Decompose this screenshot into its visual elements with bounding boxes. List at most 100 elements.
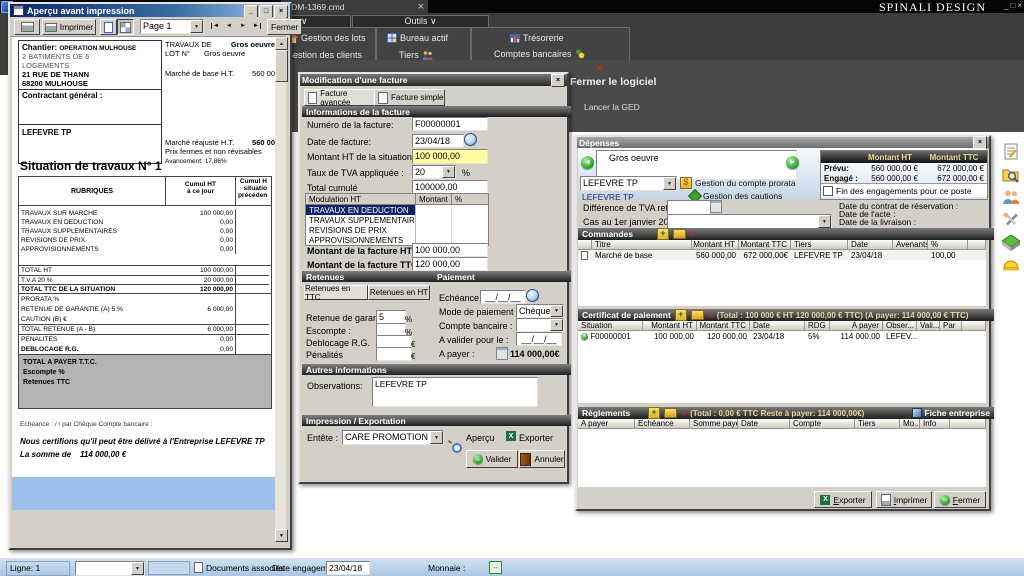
ribbon-item-tiers[interactable]: Tiers [399,50,470,60]
dropdown-arrow-icon[interactable]: ▼ [550,319,563,331]
document-tab[interactable]: CDM-1369.cmd × [281,0,428,13]
dropdown-arrow-icon[interactable]: ▼ [190,20,203,33]
mode-select[interactable]: Chèque▼ [516,304,564,318]
mod-row[interactable]: REVISIONS DE PRIX [306,225,416,235]
scroll-up-icon[interactable]: ▲ [275,37,288,50]
helmet-icon[interactable] [1002,258,1020,271]
mod-row[interactable]: APPROVISIONNEMENTS [306,235,416,245]
next-poste-icon[interactable]: ► [786,156,799,169]
penalites-input[interactable] [376,347,412,361]
cas-2014-select[interactable]: ▼ [667,214,832,229]
delete-commande-icon[interactable]: × [690,229,695,239]
add-reglement-icon[interactable]: + [648,407,660,419]
print-button[interactable] [14,19,40,35]
folder-search-icon[interactable] [1002,167,1020,183]
fact-ht-input[interactable]: 100 000,00 [412,243,488,257]
exporter-link[interactable]: Exporter [519,433,553,443]
monnaie-icon[interactable]: ↔ [489,561,502,574]
excel-icon[interactable]: X [506,431,516,441]
add-certificat-icon[interactable]: + [675,309,687,321]
mod-row-selected[interactable]: TRAVAUX EN DEDUCTION [306,205,416,215]
nav-last-button[interactable]: ► [251,19,263,32]
page-select[interactable]: Page 1 ▼ [140,19,204,34]
calendar-clock-icon[interactable] [464,133,477,146]
status-select[interactable]: ▼ [75,561,145,576]
observations-textarea[interactable]: LEFEVRE TP [372,377,538,407]
tva-retenue-input[interactable] [667,200,711,215]
exporter-button[interactable]: XExporter [814,491,872,508]
close-app-icon[interactable]: × [596,61,603,75]
imprimer-button[interactable]: Imprimer [876,491,932,508]
commandes-row[interactable]: Marché de base 560 000,00 672 000,00€ LE… [578,250,986,260]
prev-poste-icon[interactable]: ◄ [581,156,594,169]
close-icon[interactable]: × [1017,1,1022,10]
nav-next-button[interactable]: ► [237,19,249,32]
montant-ht-input[interactable]: 100 000,00 [412,149,488,164]
garantie-input[interactable]: 5 [376,310,406,324]
certificat-row[interactable]: + F00000001 100 000,00 120 000,00 23/04/… [578,331,986,341]
dropdown-arrow-icon[interactable]: ▼ [663,177,676,190]
cumul-input[interactable]: 100000,00 [412,180,488,194]
lancer-ged-label[interactable]: Lancer la GED [584,102,640,112]
preview-fermer-button[interactable]: Fermer [267,19,302,35]
dropdown-arrow-icon[interactable]: ▼ [550,305,563,317]
tva-select[interactable]: 20▼ [412,165,456,179]
dropdown-arrow-icon[interactable]: ▼ [818,215,831,228]
imprimer-button[interactable]: Imprimer [42,19,96,35]
ribbon-item-comptes-bancaires[interactable]: Comptes bancaires [494,49,629,59]
echeance-input[interactable]: __/__/__ [480,290,526,304]
ribbon-item-bureau-actif[interactable]: Bureau actif [387,33,470,43]
calendar-clock-icon[interactable] [526,289,539,302]
tab-facture-avancee[interactable]: Facture avancée [304,89,375,106]
tab-close-icon[interactable]: × [418,1,424,13]
notes-icon[interactable] [1003,143,1020,160]
valider-button[interactable]: → Valider [466,450,518,468]
preview-titlebar[interactable]: Aperçu avant impression _ □ × [10,4,290,17]
facture-titlebar[interactable]: Modification d'une facture × [300,74,567,86]
users-icon[interactable] [1002,190,1020,205]
tools-icon[interactable] [1003,212,1019,228]
fact-ttc-input[interactable]: 120 000,00 [412,257,488,271]
scroll-thumb[interactable] [275,50,288,82]
ribbon-item-gestion-des-clients[interactable]: Gestion des clients [286,50,375,60]
restore-icon[interactable]: □ [1010,1,1015,10]
entete-select[interactable]: CARE PROMOTION▼ [342,430,444,445]
fermer-button[interactable]: →Fermer [934,491,986,508]
facture-close-icon[interactable]: × [551,74,565,87]
scroll-down-icon[interactable]: ▼ [275,529,288,542]
open-commande-icon[interactable] [673,229,686,239]
nav-first-button[interactable]: ◄ [209,19,221,32]
open-certificat-icon[interactable] [691,310,704,320]
compte-select[interactable]: ▼ [516,318,564,332]
mod-row[interactable]: TRAVAUX SUPPLEMENTAIRES [306,215,416,225]
view-multi-button[interactable] [117,19,134,35]
preview-scrollbar[interactable]: ▲ ▼ [275,37,286,542]
tab-retenues-ttc[interactable]: Retenues en TTC [304,285,368,300]
dropdown-arrow-icon[interactable]: ▼ [131,562,144,575]
calculator-icon[interactable] [710,200,722,213]
fin-engagements-checkbox[interactable] [823,186,833,196]
open-reglement-icon[interactable] [664,408,677,418]
dropdown-arrow-icon[interactable]: ▼ [430,431,443,444]
date-engagement-input[interactable]: 23/04/18 [326,561,370,575]
ribbon-item-tresorerie[interactable]: Trésorerie [510,33,629,43]
annuler-button[interactable]: Annuler [519,450,565,468]
home-3d-icon[interactable] [1002,235,1020,251]
dropdown-arrow-icon[interactable]: ▼ [442,166,455,178]
delete-reglement-icon[interactable]: × [681,408,686,418]
valider-le-input[interactable]: __/__/__ [516,332,562,346]
calculator-icon[interactable] [496,347,508,360]
fermer-logiciel-label[interactable]: Fermer le logiciel [570,76,656,88]
tab-facture-simple[interactable]: Facture simple [374,89,445,106]
tab-retenues-ht[interactable]: Retenues en HT [368,285,430,300]
tiers-select[interactable]: LEFEVRE TP▼ [580,176,677,191]
documents-associes-link[interactable]: Documents associés [194,562,284,573]
fiche-entreprise-link[interactable]: Fiche entreprise [912,408,990,418]
date-input[interactable]: 23/04/18 [412,134,464,148]
depenses-titlebar[interactable]: Dépenses × [577,137,989,148]
view-single-button[interactable] [100,19,117,35]
minimize-icon[interactable]: _ [1004,1,1008,10]
add-commande-icon[interactable]: + [657,228,669,240]
delete-certificat-icon[interactable]: × [708,310,713,320]
prorata-link[interactable]: $ Gestion du compte prorata [680,177,796,189]
